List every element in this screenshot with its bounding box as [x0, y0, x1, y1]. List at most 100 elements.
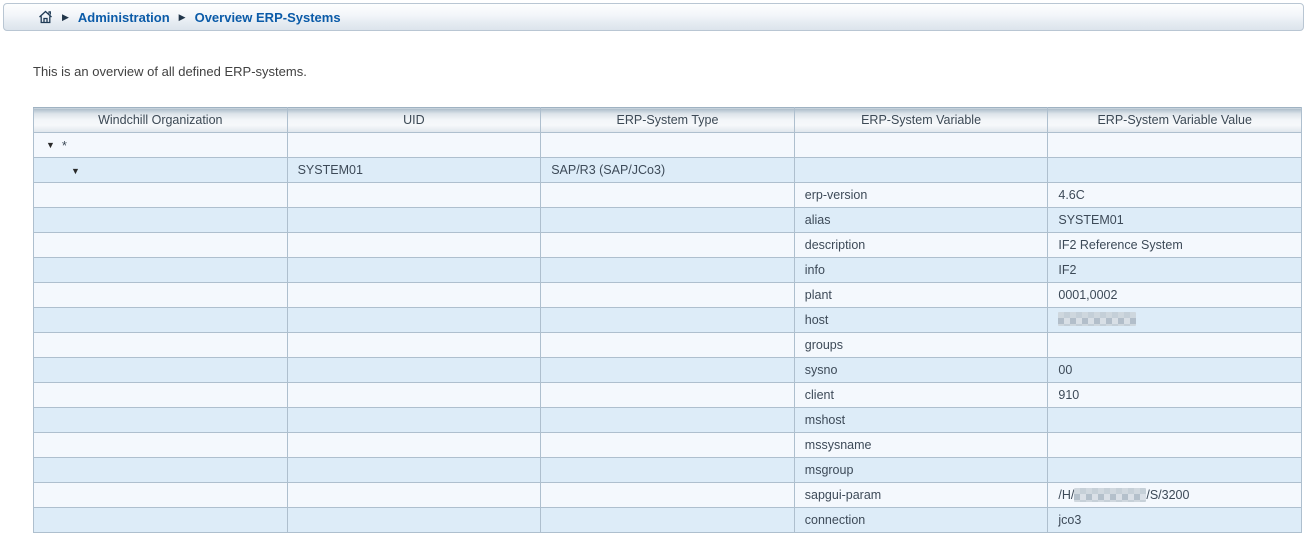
uid-cell [287, 458, 541, 483]
erp-system-variable-value-cell [1048, 458, 1302, 483]
uid-cell [287, 208, 541, 233]
erp-system-variable-value-cell: jco3 [1048, 508, 1302, 533]
intro-text: This is an overview of all defined ERP-s… [33, 64, 1307, 79]
table-row: msgroup [34, 458, 1302, 483]
home-icon[interactable] [38, 10, 53, 24]
org-cell [34, 458, 288, 483]
org-cell-content: ▼ [44, 167, 80, 176]
value-text: IF2 Reference System [1058, 238, 1182, 252]
uid-cell [287, 508, 541, 533]
variable-value: IF2 [1058, 263, 1076, 277]
variable-value: 910 [1058, 388, 1079, 402]
table-header-row: Windchill Organization UID ERP-System Ty… [34, 108, 1302, 133]
org-cell: ▼ [34, 158, 288, 183]
table-row: plant 0001,0002 [34, 283, 1302, 308]
column-header-erp-system-type: ERP-System Type [541, 108, 795, 133]
org-cell [34, 483, 288, 508]
erp-system-type-cell [541, 433, 795, 458]
value-text: /H/ [1058, 488, 1074, 502]
table-row: description IF2 Reference System [34, 233, 1302, 258]
variable-value: jco3 [1058, 513, 1081, 527]
org-cell [34, 283, 288, 308]
erp-system-variable-value-cell: 910 [1048, 383, 1302, 408]
erp-system-variable-cell: client [794, 383, 1048, 408]
org-cell-content: ▼* [44, 138, 67, 153]
org-cell [34, 258, 288, 283]
column-header-erp-system-variable-value: ERP-System Variable Value [1048, 108, 1302, 133]
erp-system-type-cell [541, 308, 795, 333]
variable-name: mssysname [805, 438, 872, 452]
uid-cell [287, 433, 541, 458]
org-cell [34, 333, 288, 358]
erp-system-variable-value-cell [1048, 158, 1302, 183]
table-row: client 910 [34, 383, 1302, 408]
variable-name: plant [805, 288, 832, 302]
erp-system-variable-value-cell [1048, 408, 1302, 433]
breadcrumb: ▶ Administration ▶ Overview ERP-Systems [3, 3, 1304, 31]
erp-system-variable-cell: mssysname [794, 433, 1048, 458]
org-cell [34, 208, 288, 233]
breadcrumb-link-overview-erp-systems[interactable]: Overview ERP-Systems [195, 10, 341, 25]
uid-cell [287, 383, 541, 408]
erp-system-type-cell [541, 508, 795, 533]
erp-system-variable-cell: alias [794, 208, 1048, 233]
table-body: ▼*▼SYSTEM01SAP/R3 (SAP/JCo3)erp-version4… [34, 133, 1302, 533]
variable-name: description [805, 238, 865, 252]
org-cell: ▼* [34, 133, 288, 158]
table-row: connectionjco3 [34, 508, 1302, 533]
erp-system-variable-value-cell: 0001,0002 [1048, 283, 1302, 308]
variable-name: groups [805, 338, 843, 352]
org-cell [34, 233, 288, 258]
erp-systems-table: Windchill Organization UID ERP-System Ty… [33, 107, 1302, 533]
erp-system-variable-cell: info [794, 258, 1048, 283]
uid-cell [287, 483, 541, 508]
erp-system-variable-cell: groups [794, 333, 1048, 358]
variable-value: IF2 Reference System [1058, 238, 1182, 252]
uid-cell [287, 408, 541, 433]
variable-value: 0001,0002 [1058, 288, 1117, 302]
org-cell [34, 433, 288, 458]
value-text: 910 [1058, 388, 1079, 402]
uid-cell [287, 233, 541, 258]
redacted-value [1058, 312, 1136, 326]
erp-system-type-cell [541, 183, 795, 208]
breadcrumb-link-administration[interactable]: Administration [78, 10, 170, 25]
variable-value: SYSTEM01 [1058, 213, 1123, 227]
column-header-windchill-organization: Windchill Organization [34, 108, 288, 133]
erp-system-variable-value-cell [1048, 433, 1302, 458]
erp-system-variable-value-cell [1048, 333, 1302, 358]
table-row: ▼* [34, 133, 1302, 158]
table-row: sapgui-param/H//S/3200 [34, 483, 1302, 508]
erp-system-variable-cell: sysno [794, 358, 1048, 383]
uid-cell [287, 308, 541, 333]
column-header-uid: UID [287, 108, 541, 133]
variable-value: 00 [1058, 363, 1072, 377]
redacted-value [1074, 488, 1146, 502]
column-header-erp-system-variable: ERP-System Variable [794, 108, 1048, 133]
variable-name: host [805, 313, 829, 327]
table-row: info IF2 [34, 258, 1302, 283]
erp-system-type-cell: SAP/R3 (SAP/JCo3) [541, 158, 795, 183]
erp-system-type-cell [541, 358, 795, 383]
org-cell [34, 358, 288, 383]
erp-system-type-cell [541, 208, 795, 233]
erp-system-variable-cell: erp-version [794, 183, 1048, 208]
erp-system-variable-cell: mshost [794, 408, 1048, 433]
variable-value [1058, 312, 1136, 326]
uid-value: SYSTEM01 [298, 163, 363, 177]
expand-collapse-arrow[interactable]: ▼ [46, 141, 55, 150]
expand-collapse-arrow[interactable]: ▼ [71, 167, 80, 176]
uid-cell [287, 333, 541, 358]
uid-cell [287, 358, 541, 383]
uid-cell [287, 133, 541, 158]
variable-value: 4.6C [1058, 188, 1084, 202]
variable-name: alias [805, 213, 831, 227]
erp-system-type-cell [541, 458, 795, 483]
value-text: /S/3200 [1146, 488, 1189, 502]
org-label: * [62, 138, 67, 153]
uid-cell [287, 258, 541, 283]
erp-system-variable-value-cell: IF2 Reference System [1048, 233, 1302, 258]
erp-system-type-cell [541, 283, 795, 308]
erp-system-variable-cell [794, 133, 1048, 158]
erp-system-variable-cell: msgroup [794, 458, 1048, 483]
